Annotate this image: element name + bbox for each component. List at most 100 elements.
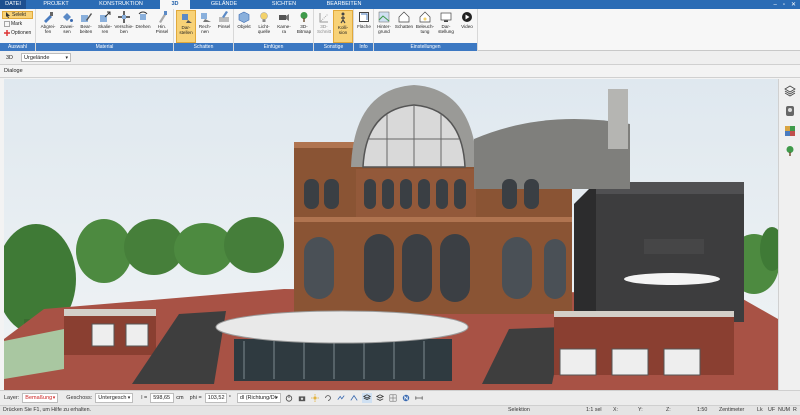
snap-icon[interactable] [388, 393, 398, 403]
tab-bearbeiten[interactable]: BEARBEITEN [314, 0, 374, 9]
eyedropper-icon [44, 12, 53, 23]
house-light-icon [419, 11, 431, 23]
dimension-icon[interactable] [414, 393, 424, 403]
glass-pavilion [215, 310, 469, 381]
tab-projekt[interactable]: PROJEKT [26, 0, 86, 9]
navigate-icon[interactable] [336, 393, 346, 403]
material-brush-button[interactable]: Hin. Pinsel [152, 10, 172, 43]
insert-bitmap-button[interactable]: 3D- Bitmap [294, 10, 314, 43]
status-bar: Drücken Sie F1, um Hilfe zu erhalten. Se… [0, 405, 800, 415]
view-mode-tab[interactable]: 3D [6, 55, 13, 61]
section-3d-button[interactable]: 3D- Schnitt [314, 10, 334, 43]
input-bar: Layer: Bemaßung Geschoss: Untergesch l =… [0, 390, 800, 405]
shadow-brush-icon [219, 11, 229, 22]
status-flag-num: NUM [778, 407, 791, 413]
material-scale-button[interactable]: Skalie- ren [95, 10, 115, 43]
length-input[interactable]: 598,65 [150, 393, 175, 403]
rotate-icon [138, 11, 148, 20]
status-mode: Selektion [508, 407, 530, 413]
layers-stack-icon[interactable] [375, 393, 385, 403]
cursor-stamp-icon[interactable] [784, 105, 796, 117]
tree-catalog-icon[interactable] [784, 145, 796, 157]
right-pavilion [554, 311, 734, 376]
direction-select[interactable]: dl (Richtung/Di [236, 393, 281, 403]
group-insert: Objekt Licht- quelle Kame- ra 3D- Bitmap… [234, 9, 314, 51]
cube-icon [238, 11, 250, 23]
group-other: 3D- Schnitt Kolli- sion Sonstige [314, 9, 354, 51]
ribbon: Selekt Mark Optionen Auswahl Abgrei- fen… [0, 9, 800, 51]
options-button[interactable]: Optionen [2, 29, 33, 37]
mark-button[interactable]: Mark [2, 20, 33, 28]
status-flag-uf: UF [768, 407, 776, 413]
play-icon [462, 12, 472, 22]
floor-select[interactable]: Untergesch [95, 393, 134, 403]
right-tool-strip [778, 79, 800, 390]
area-button[interactable]: Fläche [354, 10, 374, 43]
power-icon[interactable] [284, 393, 294, 403]
tab-sichten[interactable]: SICHTEN [254, 0, 314, 9]
material-edit-button[interactable]: Bear- beiten [76, 10, 96, 43]
camera-small-icon[interactable] [297, 393, 307, 403]
move-icon [118, 11, 130, 23]
group-settings: Hinter- grund Schatten Beleuch- tung Dar… [374, 9, 478, 51]
material-pick-button[interactable]: Abgrei- fen [38, 10, 58, 43]
minimize-icon[interactable]: – [773, 2, 776, 8]
insert-camera-button[interactable]: Kame- ra [274, 10, 294, 43]
collision-button[interactable]: Kolli- sion [333, 10, 353, 43]
north-icon[interactable] [401, 393, 411, 403]
status-scale-sel: 1:1 sel [586, 407, 602, 413]
shadow-brush-button[interactable]: Pinsel [214, 10, 234, 43]
tab-konstruktion[interactable]: KONSTRUKTION [86, 0, 156, 9]
select-button[interactable]: Selekt [2, 11, 34, 19]
close-icon[interactable]: ✕ [791, 1, 796, 8]
group-label-insert: Einfügen [234, 43, 313, 51]
shadow-compute-icon [201, 13, 211, 22]
shadow-display-button[interactable]: Dar- stellen [176, 10, 196, 43]
flight-path-icon[interactable] [349, 393, 359, 403]
layer-select[interactable]: Bemaßung [22, 393, 59, 403]
ribbon-tab-strip: DATEI PROJEKT KONSTRUKTION 3D GELÄNDE SI… [0, 0, 800, 9]
background-button[interactable]: Hinter- grund [374, 10, 394, 43]
tab-3d[interactable]: 3D [160, 0, 190, 9]
shadow-compute-button[interactable]: Rech- nen [195, 10, 215, 43]
camera-icon [279, 14, 289, 21]
sun-icon[interactable] [310, 393, 320, 403]
group-selection: Selekt Mark Optionen Auswahl [0, 9, 36, 51]
walking-person-icon [340, 12, 346, 24]
layers-toggle-icon[interactable] [361, 393, 372, 403]
rotate-view-icon[interactable] [323, 393, 333, 403]
tab-gelaende[interactable]: GELÄNDE [194, 0, 254, 9]
scale-icon [100, 11, 111, 22]
material-assign-button[interactable]: Zuwei- sen [57, 10, 77, 43]
group-shadows: Dar- stellen Rech- nen Pinsel Schatten [174, 9, 234, 51]
maximize-icon[interactable]: ▫ [783, 2, 785, 8]
pencil-icon [81, 13, 92, 22]
brush-icon [159, 11, 167, 23]
angle-input[interactable]: 103,52 [204, 393, 227, 403]
3d-scene[interactable] [4, 79, 778, 390]
display-button[interactable]: Dar- stellung [436, 10, 456, 43]
window-controls: – ▫ ✕ [773, 0, 796, 9]
lightbulb-icon [260, 12, 268, 22]
material-palette-icon[interactable] [784, 125, 796, 137]
insert-light-button[interactable]: Licht- quelle [254, 10, 274, 43]
material-rotate-button[interactable]: Drehen [133, 10, 153, 43]
status-flag-lk: Lk [757, 407, 763, 413]
dialog-bar[interactable]: Dialoge [0, 65, 800, 78]
tab-datei[interactable]: DATEI [0, 0, 26, 9]
plus-icon [4, 30, 10, 36]
shadow-settings-button[interactable]: Schatten [394, 10, 414, 43]
group-label-other: Sonstige [314, 43, 353, 51]
status-unit: Zentimeter [719, 407, 745, 413]
material-move-button[interactable]: Verschie- ben [114, 10, 134, 43]
terrain-select[interactable]: Urgelände [21, 53, 72, 62]
group-label-settings: Einstellungen [374, 43, 477, 51]
lighting-button[interactable]: Beleuch- tung [415, 10, 435, 43]
status-y: Y: [638, 407, 643, 413]
insert-object-button[interactable]: Objekt [234, 10, 254, 43]
shadow-cube-icon [182, 14, 192, 23]
video-button[interactable]: Video [457, 10, 477, 43]
annex-building [574, 182, 744, 329]
layers-icon[interactable] [784, 85, 796, 97]
3d-viewport[interactable] [4, 79, 778, 390]
